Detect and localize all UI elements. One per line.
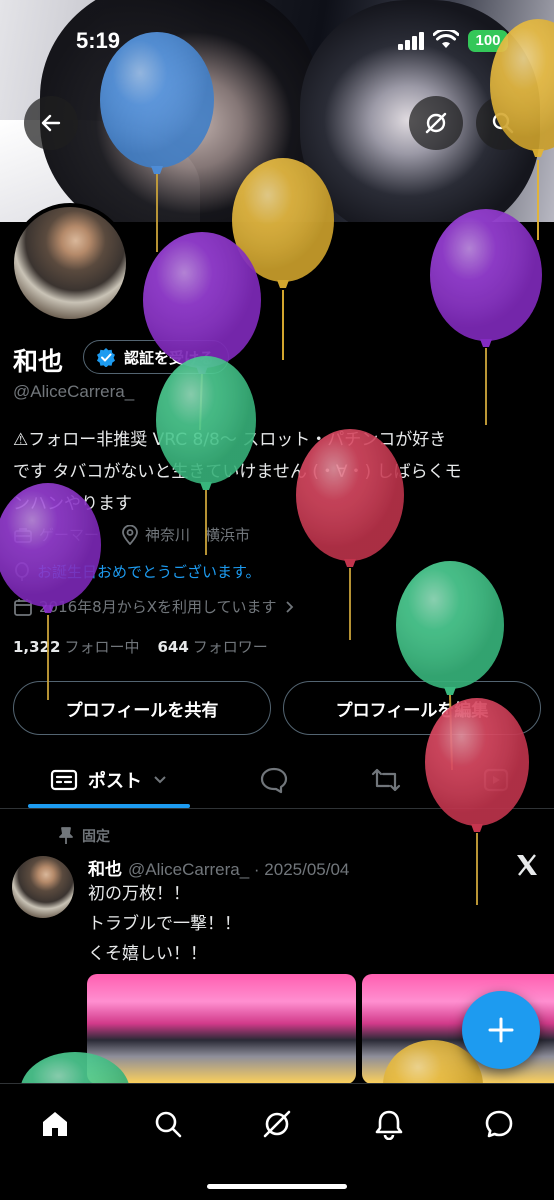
back-button[interactable] xyxy=(24,96,78,150)
battery-indicator: 100 xyxy=(468,30,508,52)
verified-badge-icon xyxy=(97,348,115,367)
tab-posts[interactable]: ポスト xyxy=(28,752,190,808)
tab-reposts[interactable] xyxy=(358,752,414,808)
messages-icon xyxy=(485,1110,513,1138)
following-link[interactable]: 1,322 フォロー中 xyxy=(13,636,139,657)
tab-replies[interactable] xyxy=(246,752,302,808)
post-line: トラブルで一撃！！ xyxy=(88,914,241,934)
nav-notifications[interactable] xyxy=(364,1104,414,1144)
grok-nav-icon xyxy=(263,1110,291,1138)
follow-counts: 1,322 フォロー中 644 フォロワー xyxy=(13,636,268,657)
followers-count: 644 xyxy=(157,638,189,656)
bottom-navigation xyxy=(0,1083,554,1200)
grok-button[interactable] xyxy=(409,96,463,150)
pinned-indicator: 固定 xyxy=(58,826,110,846)
grok-icon xyxy=(425,112,447,134)
balloon xyxy=(430,209,542,425)
profile-tabs: ポスト xyxy=(0,752,554,808)
bio-line: です タバコがないと生きていけません (・∀・) しばらくモ xyxy=(13,462,462,482)
search-button[interactable] xyxy=(476,96,530,150)
get-verified-button[interactable]: 認証を受ける xyxy=(83,340,230,374)
search-icon xyxy=(492,112,514,134)
edit-profile-button[interactable]: プロフィールを編集 xyxy=(283,681,541,735)
post-avatar[interactable] xyxy=(12,856,74,918)
compose-button[interactable] xyxy=(462,991,540,1069)
chevron-right-icon xyxy=(285,600,293,613)
post-text: 初の万枚！！ トラブルで一撃！！ くそ嬉しい！！ xyxy=(88,879,241,969)
posts-tab-icon xyxy=(50,769,78,791)
profile-meta-row: ゲーマー 神奈川 横浜市 xyxy=(13,524,250,545)
nav-messages[interactable] xyxy=(474,1104,524,1144)
home-indicator xyxy=(207,1184,347,1189)
wifi-icon xyxy=(433,30,459,48)
calendar-icon xyxy=(14,598,32,616)
location-pin-icon xyxy=(122,524,138,545)
following-label: フォロー中 xyxy=(64,638,140,656)
tabs-divider xyxy=(0,808,554,809)
profile-category: ゲーマー xyxy=(39,526,100,544)
chevron-down-icon xyxy=(154,776,166,784)
joined-date: 2016年8月からXを利用しています xyxy=(39,598,277,616)
nav-explore[interactable] xyxy=(143,1104,193,1144)
back-arrow-icon xyxy=(41,114,61,132)
profile-bio: ⚠フォロー非推奨 VRC 8/8～ スロット・パチンコが好き です タバコがない… xyxy=(13,424,553,520)
tab-posts-label: ポスト xyxy=(88,771,142,792)
joined-row[interactable]: 2016年8月からXを利用しています xyxy=(13,596,295,617)
followers-label: フォロワー xyxy=(192,638,268,656)
profile-handle: @AliceCarrera_ xyxy=(13,382,135,401)
plus-icon xyxy=(488,1017,514,1043)
explore-icon xyxy=(155,1111,182,1138)
post-line: 初の万枚！！ xyxy=(88,884,190,904)
nav-home[interactable] xyxy=(30,1104,80,1144)
status-bar: 5:19 100 xyxy=(0,0,554,84)
home-icon xyxy=(43,1112,67,1136)
bio-line: ⚠フォロー非推奨 VRC 8/8～ スロット・パチンコが好き xyxy=(13,430,447,450)
balloon-icon xyxy=(15,561,29,581)
followers-link[interactable]: 644 フォロワー xyxy=(157,636,267,657)
reply-tab-icon xyxy=(260,767,288,794)
briefcase-icon xyxy=(14,527,32,543)
post-separator: · xyxy=(249,860,265,879)
nav-grok[interactable] xyxy=(252,1104,302,1144)
post-header: 和也 @AliceCarrera_ · 2025/05/04 xyxy=(88,855,349,880)
repost-tab-icon xyxy=(371,768,401,792)
following-count: 1,322 xyxy=(13,638,61,656)
birthday-link[interactable]: お誕生日おめでとうございます。 xyxy=(37,561,261,582)
post-image[interactable] xyxy=(87,974,356,1084)
post-handle: @AliceCarrera_ xyxy=(128,860,250,879)
get-verified-label: 認証を受ける xyxy=(124,348,215,367)
tab-video[interactable] xyxy=(468,752,524,808)
profile-name: 和也 xyxy=(13,347,64,376)
cellular-signal-icon xyxy=(398,32,424,50)
bio-line: ンハンやります xyxy=(13,494,132,514)
balloon xyxy=(396,561,504,771)
status-time: 5:19 xyxy=(76,28,121,53)
video-tab-icon xyxy=(483,768,509,792)
pin-icon xyxy=(59,827,73,844)
x-logo-icon xyxy=(517,854,537,876)
balloon xyxy=(143,232,261,431)
post-author[interactable]: 和也 xyxy=(88,860,122,880)
notifications-icon xyxy=(375,1110,403,1140)
profile-avatar[interactable] xyxy=(10,203,130,323)
pinned-label: 固定 xyxy=(82,829,110,845)
birthday-row: お誕生日おめでとうございます。 xyxy=(13,561,261,582)
post-line: くそ嬉しい！！ xyxy=(88,944,207,964)
post-date: 2025/05/04 xyxy=(264,860,350,879)
profile-location: 神奈川 横浜市 xyxy=(145,526,251,544)
share-profile-button[interactable]: プロフィールを共有 xyxy=(13,681,271,735)
